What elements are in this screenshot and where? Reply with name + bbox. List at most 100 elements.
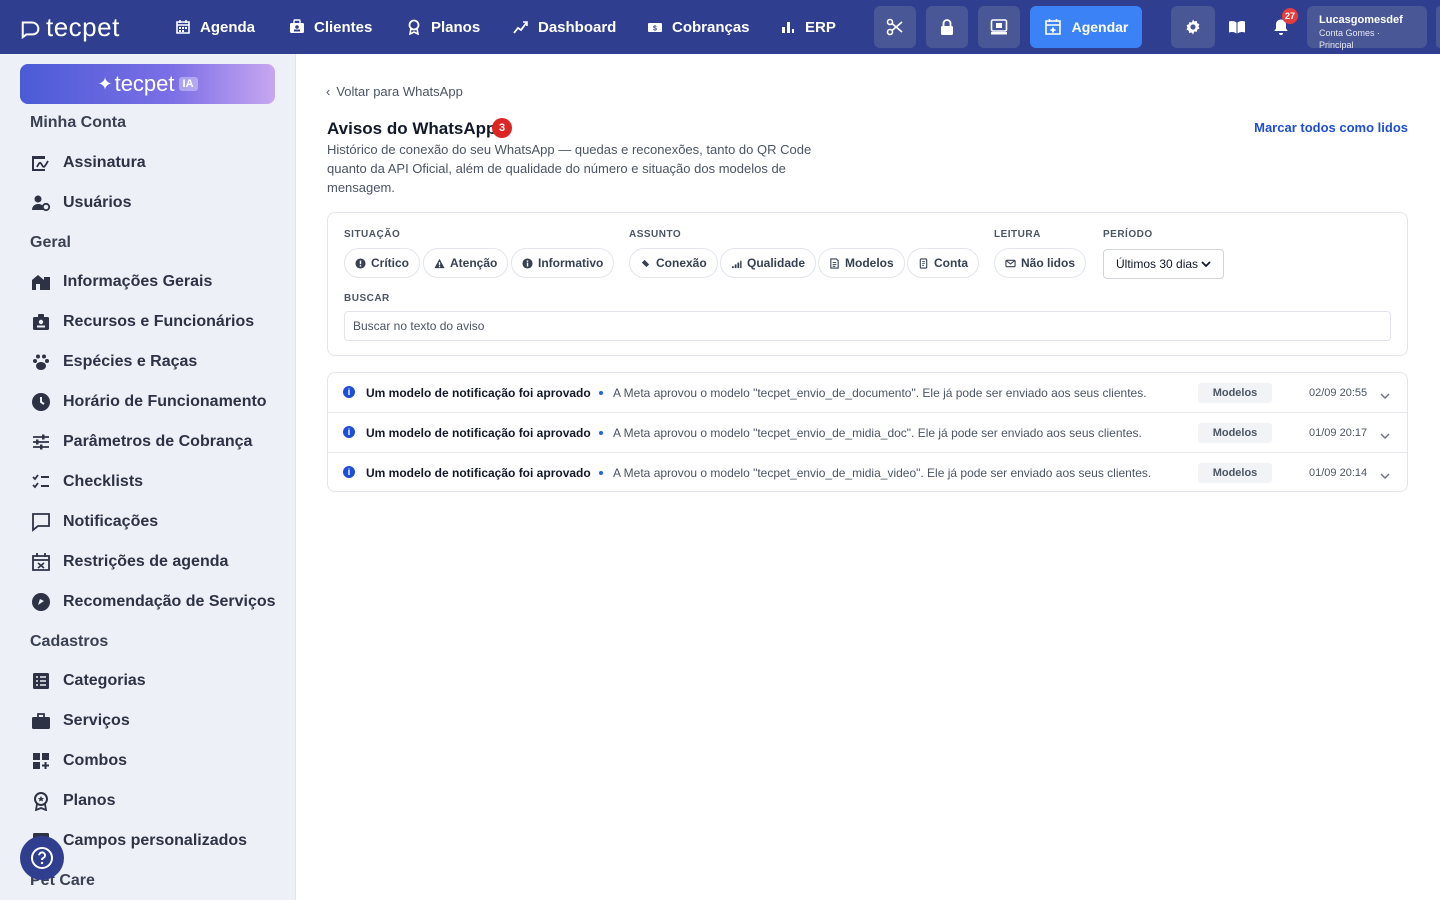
sidebar-item-recursos-funcionarios[interactable]: Recursos e Funcionários — [30, 310, 254, 334]
chip-label: Conexão — [656, 256, 707, 270]
search-input[interactable] — [344, 311, 1391, 341]
filter-chip-nao-lidos[interactable]: Não lidos — [994, 248, 1087, 278]
sidebar-item-servicos[interactable]: Serviços — [30, 709, 130, 733]
user-account-menu[interactable]: Lucasgomesdef Conta Gomes · Principal — [1307, 6, 1427, 50]
help-button[interactable] — [20, 836, 64, 880]
filter-chip-conexao[interactable]: Conexão — [629, 248, 718, 278]
sidebar-item-informacoes-gerais[interactable]: Informações Gerais — [30, 270, 212, 294]
checklist-icon — [30, 471, 52, 493]
alert-row[interactable]: i Um modelo de notificação foi aprovado … — [328, 413, 1407, 453]
plug-icon — [640, 258, 651, 268]
chart-line-icon — [512, 18, 530, 36]
filter-chip-atencao[interactable]: Atenção — [423, 248, 509, 278]
sidebar-item-recomendacao-servicos[interactable]: Recomendação de Serviços — [30, 590, 276, 614]
calendar-icon — [174, 18, 192, 36]
tecpet-logo-icon — [21, 20, 40, 39]
topbar-edge-button[interactable] — [1436, 6, 1440, 48]
section-minha-conta: Minha Conta — [30, 114, 126, 131]
nav-cobrancas[interactable]: $ Cobranças — [646, 0, 750, 54]
filter-chip-informativo[interactable]: Informativo — [511, 248, 615, 278]
agendar-label: Agendar — [1071, 19, 1129, 35]
book-open-icon — [1229, 20, 1245, 34]
message-icon — [30, 511, 52, 533]
building-icon — [30, 271, 52, 293]
unread-dot — [599, 471, 603, 475]
chip-label: Modelos — [845, 256, 894, 270]
settings-button[interactable] — [1171, 6, 1215, 48]
info-icon: i — [343, 466, 355, 478]
sidebar-item-categorias[interactable]: Categorias — [30, 669, 146, 693]
top-navigation-bar: tecpet Agenda Clientes Planos Dashboard … — [0, 0, 1440, 54]
nav-erp-label: ERP — [805, 18, 836, 36]
scissors-button[interactable] — [874, 6, 916, 48]
sidebar-item-label: Planos — [63, 792, 116, 809]
alert-tag: Modelos — [1198, 463, 1272, 483]
book-button[interactable] — [1226, 16, 1248, 38]
filter-chip-modelos[interactable]: Modelos — [818, 248, 905, 278]
alert-row[interactable]: i Um modelo de notificação foi aprovado … — [328, 453, 1407, 491]
back-to-whatsapp-link[interactable]: ‹ Voltar para WhatsApp — [326, 84, 463, 99]
alert-message: A Meta aprovou o modelo "tecpet_envio_de… — [613, 385, 1147, 400]
sidebar-item-combos[interactable]: Combos — [30, 749, 127, 773]
chip-label: Atenção — [450, 256, 498, 270]
award-icon — [30, 790, 52, 812]
filter-chip-conta[interactable]: Conta — [907, 248, 979, 278]
sidebar-item-label: Informações Gerais — [63, 273, 213, 290]
sidebar-item-label: Recursos e Funcionários — [63, 313, 255, 330]
sidebar-item-especies-racas[interactable]: Espécies e Raças — [30, 350, 197, 374]
sidebar-item-label: Usuários — [63, 194, 132, 211]
alert-message: A Meta aprovou o modelo "tecpet_envio_de… — [613, 466, 1152, 480]
chip-label: Informativo — [538, 256, 604, 270]
sidebar-item-parametros-cobranca[interactable]: Parâmetros de Cobrança — [30, 430, 252, 454]
period-select[interactable]: Últimos 30 dias — [1103, 249, 1224, 279]
calendar-x-icon — [30, 551, 52, 573]
info-icon: i — [343, 426, 355, 438]
sidebar-item-horario-funcionamento[interactable]: Horário de Funcionamento — [30, 390, 267, 414]
lock-button[interactable] — [926, 6, 968, 48]
chevron-left-icon: ‹ — [326, 84, 331, 99]
signature-icon — [30, 152, 52, 174]
nav-clientes-label: Clientes — [314, 18, 373, 36]
gear-icon — [1186, 19, 1200, 35]
nav-dashboard[interactable]: Dashboard — [512, 0, 616, 54]
unread-dot — [599, 431, 603, 435]
logo-text: tecpet — [46, 12, 120, 42]
alert-tag: Modelos — [1198, 382, 1272, 403]
sidebar-item-checklists[interactable]: Checklists — [30, 470, 143, 494]
sidebar-item-notificacoes[interactable]: Notificações — [30, 510, 158, 534]
sidebar-item-label: Recomendação de Serviços — [63, 593, 276, 610]
agendar-button[interactable]: Agendar — [1030, 6, 1142, 48]
recommend-icon — [30, 591, 52, 613]
filter-chip-critico[interactable]: Crítico — [344, 248, 421, 278]
chevron-down-icon[interactable] — [1380, 468, 1390, 479]
nav-planos[interactable]: Planos — [405, 0, 480, 54]
lock-icon — [941, 19, 953, 35]
chevron-down-icon[interactable] — [1380, 388, 1390, 399]
sidebar-item-usuarios[interactable]: Usuários — [30, 191, 131, 215]
clock-icon — [30, 391, 52, 413]
paw-icon — [30, 351, 52, 373]
notification-count-badge: 27 — [1282, 8, 1298, 24]
scissors-icon — [886, 18, 903, 36]
chip-label: Crítico — [371, 256, 410, 270]
nav-planos-label: Planos — [431, 18, 481, 36]
document-icon — [830, 257, 839, 269]
sidebar-item-assinatura[interactable]: Assinatura — [30, 151, 146, 175]
tecpet-ia-button[interactable]: ✦ tecpet IA — [20, 64, 275, 104]
nav-clientes[interactable]: Clientes — [288, 0, 372, 54]
list-icon — [30, 670, 52, 692]
nav-erp[interactable]: ERP — [779, 0, 836, 54]
alert-row[interactable]: i Um modelo de notificação foi aprovado … — [328, 373, 1407, 413]
mark-all-read-link[interactable]: Marcar todos como lidos — [1254, 120, 1408, 135]
chevron-down-icon[interactable] — [1380, 428, 1390, 439]
filter-chip-qualidade[interactable]: Qualidade — [720, 248, 817, 278]
cashier-button[interactable] — [978, 6, 1020, 48]
sidebar-item-label: Espécies e Raças — [63, 353, 198, 370]
tecpet-logo[interactable]: tecpet — [20, 12, 120, 43]
sidebar-item-restricoes-agenda[interactable]: Restrições de agenda — [30, 550, 228, 574]
settings-sidebar: ✦ tecpet IA Minha Conta Assinatura Usuár… — [0, 54, 296, 900]
sidebar-item-planos[interactable]: Planos — [30, 789, 115, 813]
phone-card-icon — [919, 257, 928, 269]
nav-agenda[interactable]: Agenda — [174, 0, 255, 54]
chip-label: Conta — [934, 256, 968, 270]
